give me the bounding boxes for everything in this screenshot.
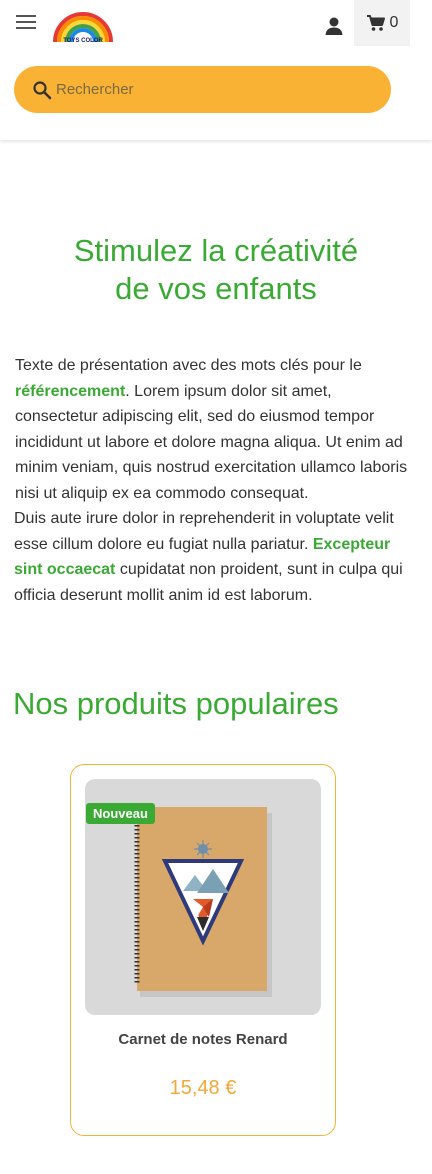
product-price: 15,48 € bbox=[169, 1077, 237, 1099]
product-card[interactable]: Nouveau Carnet de notes Renard 15,48 € bbox=[70, 764, 336, 1136]
logo-text: TOYS COLOR bbox=[63, 38, 103, 44]
product-name[interactable]: Carnet de notes Renard bbox=[71, 1031, 335, 1048]
site-header: TOYS COLOR 0 bbox=[0, 0, 432, 140]
hero-title: Stimulez la créativité de vos enfants bbox=[0, 232, 432, 308]
hamburger-menu-icon[interactable] bbox=[16, 15, 36, 31]
intro-paragraph-2: Duis aute irure dolor in reprehenderit i… bbox=[14, 506, 414, 608]
search-bar[interactable] bbox=[14, 66, 391, 113]
search-icon[interactable] bbox=[32, 80, 52, 100]
cart-icon bbox=[366, 15, 385, 31]
user-account-icon[interactable] bbox=[322, 14, 346, 38]
search-input[interactable] bbox=[54, 80, 358, 99]
new-badge: Nouveau bbox=[86, 803, 155, 824]
intro-paragraph-1: Texte de présentation avec des mots clés… bbox=[14, 353, 414, 506]
hero-title-line1: Stimulez la créativité bbox=[73, 233, 359, 268]
popular-products-title: Nos produits populaires bbox=[13, 686, 339, 721]
seo-keyword-highlight: référencement bbox=[15, 382, 126, 400]
product-image[interactable]: Nouveau bbox=[85, 779, 321, 1015]
cart-button[interactable]: 0 bbox=[354, 0, 410, 46]
hero-title-line2: de vos enfants bbox=[115, 271, 317, 306]
intro-p1-start: Texte de présentation avec des mots clés… bbox=[15, 357, 362, 374]
cart-count: 0 bbox=[389, 14, 399, 31]
intro-text: Texte de présentation avec des mots clés… bbox=[14, 353, 414, 608]
logo[interactable]: TOYS COLOR bbox=[52, 12, 114, 44]
intro-p1-end: . Lorem ipsum dolor sit amet, consectetu… bbox=[15, 382, 408, 502]
